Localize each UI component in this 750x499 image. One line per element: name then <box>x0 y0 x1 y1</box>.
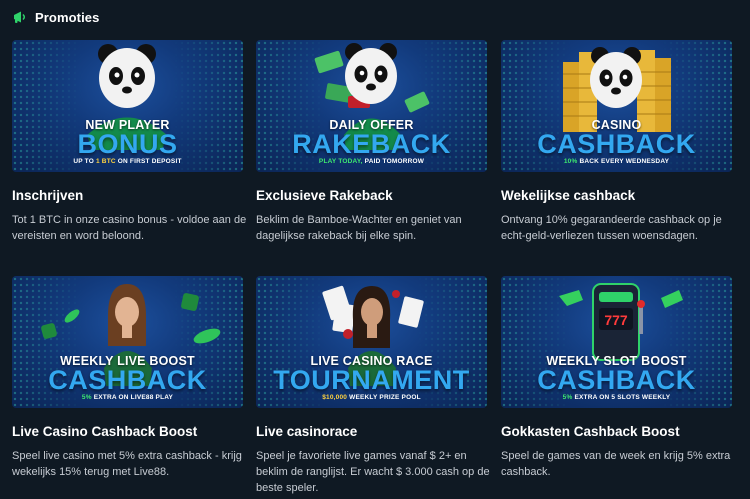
promo-title: Live casinorace <box>256 424 358 439</box>
promo-title: Exclusieve Rakeback <box>256 188 393 203</box>
banner-subline: 10% BACK EVERY WEDNESDAY <box>563 158 670 165</box>
promo-banner[interactable]: DAILY OFFER RAKEBACK PLAY TODAY, PAID TO… <box>256 40 487 172</box>
promo-banner[interactable]: WEEKLY LIVE BOOST CASHBACK 5% EXTRA ON L… <box>12 276 243 408</box>
promo-banner[interactable]: LIVE CASINO RACE TOURNAMENT $10,000 WEEK… <box>256 276 487 408</box>
banner-subline: 5% EXTRA ON LIVE88 PLAY <box>81 394 174 401</box>
section-header: Promoties <box>12 7 99 27</box>
banner-subline: UP TO 1 BTC ON FIRST DEPOSIT <box>73 158 182 165</box>
banner-line2: CASHBACK <box>537 365 696 395</box>
promo-title: Live Casino Cashback Boost <box>12 424 198 439</box>
promo-title: Inschrijven <box>12 188 84 203</box>
banner-line2: TOURNAMENT <box>273 365 470 395</box>
promo-description: Ontvang 10% gegarandeerde cashback op je… <box>501 214 722 242</box>
banner-line2: BONUS <box>77 129 178 159</box>
promo-banner[interactable]: 777 WEEKLY SLOT BOOST CASHBACK 5% EXTRA … <box>501 276 732 408</box>
promo-card-rakeback[interactable]: DAILY OFFER RAKEBACK PLAY TODAY, PAID TO… <box>256 40 487 242</box>
banner-subline: $10,000 WEEKLY PRIZE POOL <box>322 394 421 401</box>
promo-banner[interactable]: CASINO CASHBACK 10% BACK EVERY WEDNESDAY <box>501 40 732 172</box>
banner-subline: 5% EXTRA ON 5 SLOTS WEEKLY <box>562 394 671 401</box>
promo-card-casino-race[interactable]: LIVE CASINO RACE TOURNAMENT $10,000 WEEK… <box>256 276 490 494</box>
banner-line2: RAKEBACK <box>292 129 451 159</box>
promo-description: Speel je favoriete live games vanaf $ 2+… <box>256 450 490 494</box>
promo-banner[interactable]: NEW PLAYER BONUS UP TO 1 BTC ON FIRST DE… <box>12 40 243 172</box>
promo-description: Beklim de Bamboe-Wachter en geniet van d… <box>256 214 462 242</box>
promo-description: Speel live casino met 5% extra cashback … <box>12 450 242 478</box>
promo-description: Tot 1 BTC in onze casino bonus - voldoe … <box>12 214 247 242</box>
banner-subline: PLAY TODAY, PAID TOMORROW <box>318 158 425 165</box>
section-title: Promoties <box>35 9 100 25</box>
promo-card-signup[interactable]: NEW PLAYER BONUS UP TO 1 BTC ON FIRST DE… <box>12 40 246 242</box>
promo-card-slot-boost[interactable]: 777 WEEKLY SLOT BOOST CASHBACK 5% EXTRA … <box>501 276 732 478</box>
banner-line2: CASHBACK <box>48 365 207 395</box>
banner-line2: CASHBACK <box>537 129 696 159</box>
megaphone-icon <box>14 11 25 23</box>
promo-title: Wekelijkse cashback <box>501 188 636 203</box>
promo-title: Gokkasten Cashback Boost <box>501 424 680 439</box>
promo-card-live-boost[interactable]: WEEKLY LIVE BOOST CASHBACK 5% EXTRA ON L… <box>12 276 243 478</box>
promo-card-cashback[interactable]: CASINO CASHBACK 10% BACK EVERY WEDNESDAY… <box>501 40 732 242</box>
svg-text:777: 777 <box>604 312 628 328</box>
promo-description: Speel de games van de week en krijg 5% e… <box>501 450 731 478</box>
